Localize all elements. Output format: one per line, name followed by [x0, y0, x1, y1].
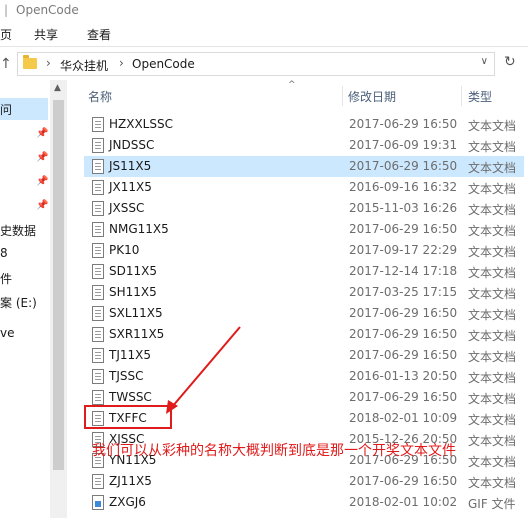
annotation-text: 我们可以从彩种的名称大概判断到底是那一个开奖文本文件: [92, 443, 456, 459]
